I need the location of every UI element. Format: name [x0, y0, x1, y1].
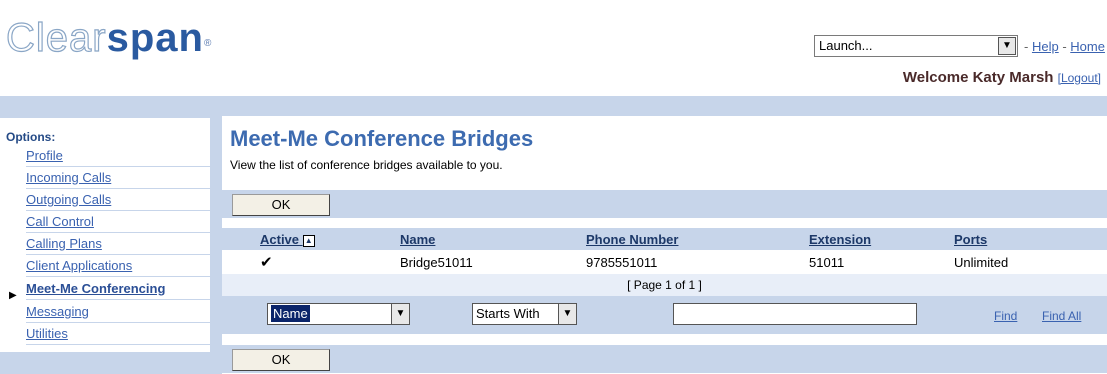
top-button-bar: OK [222, 190, 1107, 218]
chevron-down-icon[interactable]: ▼ [391, 304, 409, 324]
logo-text-light: Clear [5, 15, 107, 60]
help-link[interactable]: Help [1032, 39, 1059, 54]
column-header-active-label: Active [260, 232, 300, 247]
search-condition-value: Starts With [476, 306, 540, 321]
launch-select-value: Launch... [819, 38, 873, 53]
sidebar-item-calling-plans[interactable]: Calling Plans [26, 234, 210, 255]
sidebar-item-messaging[interactable]: Messaging [26, 302, 210, 323]
clearspan-logo: Clearspan® [5, 15, 213, 60]
bridge-name: Bridge51011 [400, 255, 473, 270]
header: Clearspan® Launch... ▼ - Help - Home Wel… [0, 0, 1107, 96]
launch-select[interactable]: Launch... ▼ [814, 35, 1018, 57]
logo-text-dark: span [106, 16, 204, 60]
column-header-active[interactable]: Active ▲ [260, 232, 315, 247]
active-check-icon: ✔ [260, 254, 273, 271]
column-header-phone-number[interactable]: Phone Number [586, 232, 678, 247]
column-header-ports[interactable]: Ports [954, 232, 987, 247]
ok-button-top[interactable]: OK [232, 194, 330, 216]
bridge-phone-number: 9785551011 [586, 255, 658, 270]
search-bar: Name ▼ Starts With ▼ Find Find All [222, 296, 1107, 334]
ok-button-bottom[interactable]: OK [232, 349, 330, 371]
welcome-text: Welcome Katy Marsh [902, 69, 1054, 86]
pagination-info: [ Page 1 of 1 ] [222, 274, 1107, 296]
link-separator: - [1058, 39, 1071, 54]
sidebar-item-call-control[interactable]: Call Control [26, 212, 210, 233]
options-title: Options: [6, 130, 56, 144]
search-condition-select[interactable]: Starts With ▼ [472, 303, 577, 325]
find-link[interactable]: Find [994, 309, 1017, 323]
sidebar-item-client-applications[interactable]: Client Applications [26, 256, 210, 277]
sidebar-item-profile[interactable]: Profile [26, 146, 210, 167]
bottom-button-bar: OK [222, 345, 1107, 373]
chevron-down-icon[interactable]: ▼ [998, 37, 1016, 55]
page-title: Meet-Me Conference Bridges [230, 126, 534, 151]
search-input[interactable] [673, 303, 917, 325]
search-field-value: Name [271, 305, 310, 322]
bridge-ports: Unlimited [954, 255, 1009, 270]
bridge-extension: 51011 [809, 255, 845, 270]
column-header-extension[interactable]: Extension [809, 232, 871, 247]
home-link[interactable]: Home [1070, 39, 1105, 54]
welcome-message: Welcome Katy Marsh [Logout] [903, 69, 1101, 86]
sidebar-item-utilities[interactable]: Utilities [26, 324, 210, 345]
top-links: - Help - Home [1024, 39, 1105, 54]
sidebar-item-outgoing-calls[interactable]: Outgoing Calls [26, 190, 210, 211]
table-row[interactable]: ✔ Bridge51011 9785551011 51011 Unlimited [222, 250, 1107, 274]
sidebar-item-incoming-calls[interactable]: Incoming Calls [26, 168, 210, 189]
logo-registered-mark: ® [203, 38, 213, 49]
options-panel: Options: ▶ Profile Incoming Calls Outgoi… [0, 118, 210, 352]
search-field-select[interactable]: Name ▼ [267, 303, 410, 325]
header-divider-band [0, 96, 1107, 110]
current-page-marker-icon: ▶ [9, 290, 17, 301]
link-separator: - [1024, 39, 1032, 54]
page: Clearspan® Launch... ▼ - Help - Home Wel… [0, 0, 1107, 374]
sort-ascending-icon[interactable]: ▲ [302, 235, 315, 247]
table-header: Active ▲ Name Phone Number Extension Por… [222, 228, 1107, 250]
column-header-name[interactable]: Name [400, 232, 435, 247]
sidebar-item-meet-me-conferencing[interactable]: Meet-Me Conferencing [26, 279, 210, 300]
sidebar: Options: ▶ Profile Incoming Calls Outgoi… [0, 110, 212, 374]
main-content: Meet-Me Conference Bridges View the list… [222, 116, 1107, 374]
logout-link[interactable]: [Logout] [1058, 71, 1101, 85]
chevron-down-icon[interactable]: ▼ [558, 304, 576, 324]
page-description: View the list of conference bridges avai… [230, 158, 503, 172]
find-all-link[interactable]: Find All [1042, 309, 1081, 323]
